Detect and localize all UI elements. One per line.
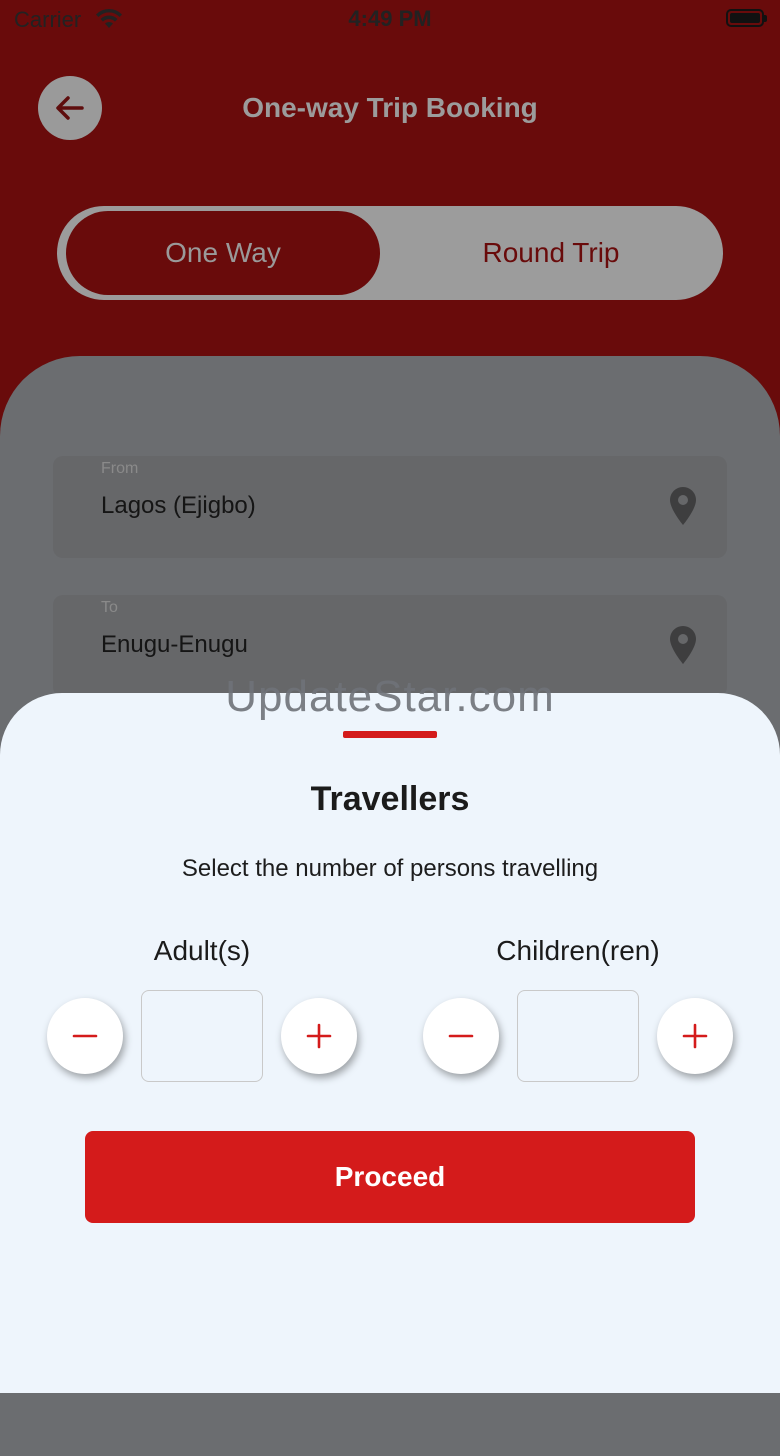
app-screen: Carrier 4:49 PM One-way Trip Booking One… [0, 0, 780, 1456]
location-pin-icon [670, 626, 696, 664]
location-pin-icon [670, 487, 696, 525]
plus-icon [306, 1023, 332, 1049]
round-trip-tab[interactable]: Round Trip [385, 211, 717, 295]
children-increment-button[interactable] [657, 998, 733, 1074]
minus-icon [448, 1034, 474, 1038]
plus-icon [682, 1023, 708, 1049]
one-way-tab[interactable]: One Way [66, 211, 380, 295]
from-value: Lagos (Ejigbo) [101, 492, 256, 519]
battery-icon [726, 9, 767, 27]
children-label: Children(ren) [496, 935, 660, 966]
sheet-title: Travellers [310, 780, 470, 818]
children-count-input[interactable] [517, 990, 639, 1082]
proceed-button[interactable]: Proceed [85, 1131, 695, 1223]
minus-icon [72, 1034, 98, 1038]
adults-increment-button[interactable] [281, 998, 357, 1074]
page-title: One-way Trip Booking [242, 92, 538, 123]
adults-decrement-button[interactable] [47, 998, 123, 1074]
to-label: To [101, 599, 118, 616]
adults-label: Adult(s) [153, 935, 251, 966]
status-time: 4:49 PM [348, 6, 432, 31]
children-decrement-button[interactable] [423, 998, 499, 1074]
adults-count-input[interactable] [141, 990, 263, 1082]
from-field[interactable]: From Lagos (Ejigbo) [53, 456, 727, 558]
sheet-drag-handle[interactable] [343, 731, 437, 738]
from-label: From [101, 460, 139, 477]
trip-type-toggle: One Way Round Trip [57, 206, 723, 300]
sheet-subtitle: Select the number of persons travelling [181, 855, 599, 882]
to-value: Enugu-Enugu [101, 631, 248, 658]
watermark-text: UpdateStar.com [225, 672, 555, 721]
status-bar: Carrier 4:49 PM [0, 0, 780, 40]
